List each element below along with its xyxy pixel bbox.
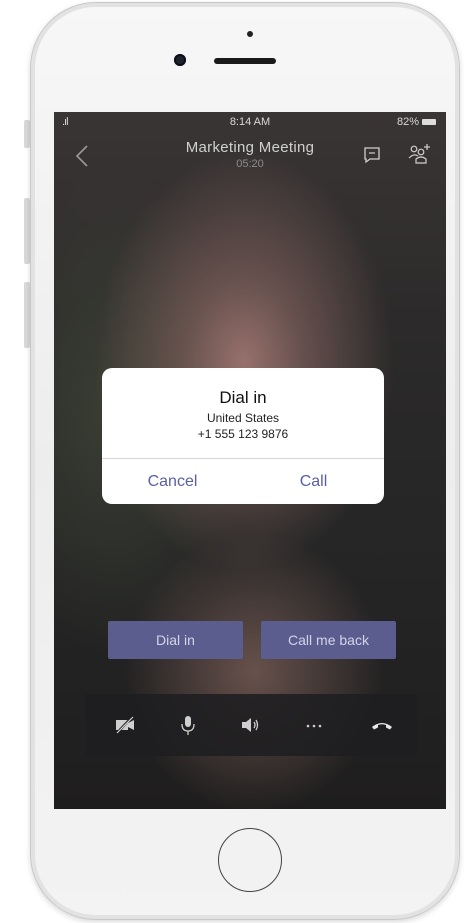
dialog-country: United States (206, 411, 280, 425)
chat-icon[interactable] (363, 146, 381, 164)
speaker-icon[interactable] (239, 714, 261, 736)
microphone-icon[interactable] (177, 714, 199, 736)
phone-screen: .ıl 8:14 AM 82% Marketing Meeting 05:20 … (54, 112, 446, 809)
front-camera (174, 54, 186, 66)
earpiece-speaker (214, 58, 276, 64)
status-bar: .ıl 8:14 AM 82% (54, 112, 446, 132)
cancel-button[interactable]: Cancel (102, 459, 243, 504)
more-icon[interactable] (303, 714, 325, 736)
meeting-title: Marketing Meeting (185, 139, 315, 156)
home-button[interactable] (218, 828, 282, 892)
dialog-title: Dial in (219, 388, 267, 407)
dial-in-dialog: Dial in United States +1 555 123 9876 Ca… (102, 368, 384, 504)
dialog-phone-number: +1 555 123 9876 (197, 427, 289, 441)
video-off-icon[interactable] (114, 714, 136, 736)
battery-icon (422, 119, 436, 126)
call-me-back-button[interactable]: Call me back (261, 621, 396, 659)
dial-in-button[interactable]: Dial in (108, 621, 243, 659)
status-time: 8:14 AM (229, 116, 271, 128)
call-toolbar (85, 694, 417, 756)
battery-indicator: 82% (397, 116, 436, 128)
hang-up-icon[interactable] (371, 714, 393, 736)
add-people-icon[interactable] (407, 143, 431, 165)
proximity-sensor (247, 31, 253, 37)
call-button[interactable]: Call (243, 459, 384, 504)
battery-percent: 82% (396, 116, 419, 128)
call-timer: 05:20 (236, 158, 264, 170)
